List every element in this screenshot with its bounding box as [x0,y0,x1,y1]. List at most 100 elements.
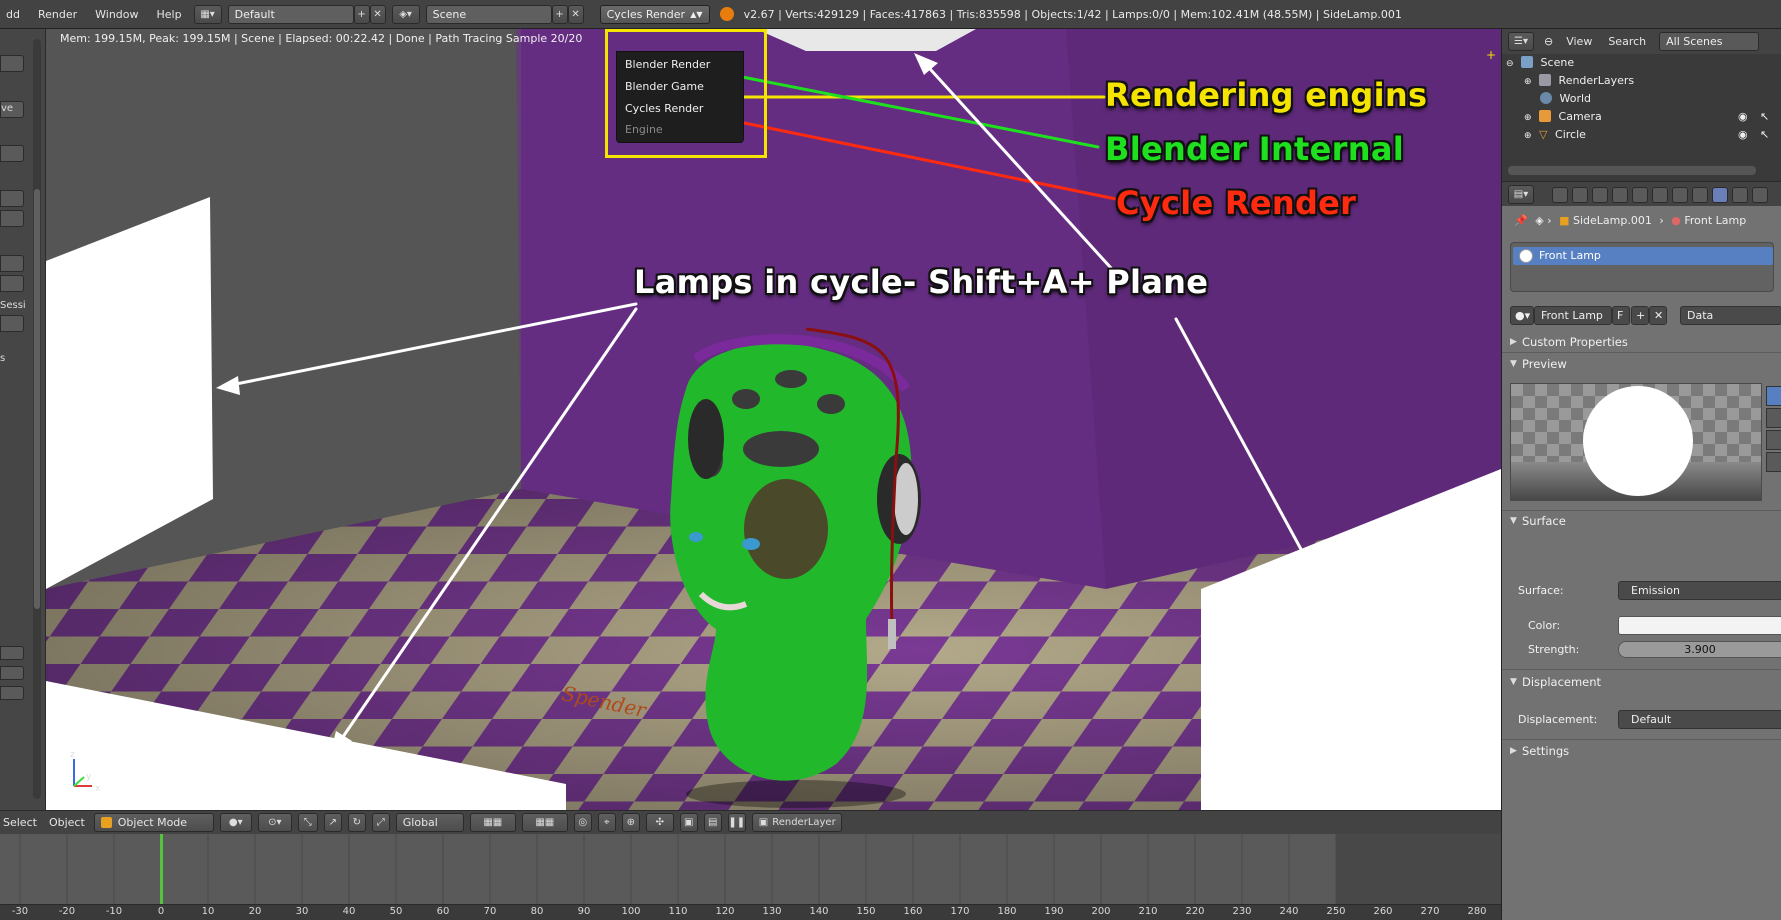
pivot-point-icon[interactable]: ⊙▾ [257,813,292,832]
toolshelf-button[interactable] [0,145,24,162]
render-layers-tab-icon[interactable] [1572,187,1588,203]
section-preview[interactable]: ▼ Preview [1502,354,1781,374]
screen-layout-field[interactable]: Default [227,4,354,24]
unlink-material-icon[interactable]: ✕ [1649,306,1667,325]
outliner-row-renderlayers[interactable]: ⊕ RenderLayers [1502,72,1781,90]
editor-type-icon[interactable]: ☰▾ [1508,32,1534,51]
pin-icon[interactable]: 📌 [1514,214,1528,227]
fake-user-button[interactable]: F [1612,306,1630,325]
scene-field[interactable]: Scene [425,4,552,24]
expand-icon[interactable]: ⊖ [1506,59,1514,69]
material-browse-icon[interactable]: ●▾ [1510,306,1534,325]
outliner-row-circle[interactable]: ⊕ ▽ Circle ◉ ↖ [1502,126,1781,144]
outliner-filter-select[interactable]: All Scenes [1659,32,1760,51]
toolshelf-button[interactable] [0,686,24,700]
color-swatch-field[interactable] [1618,616,1781,635]
world-tab-icon[interactable] [1612,187,1628,203]
select-cursor-icon[interactable]: ↖ [1760,108,1769,126]
toolshelf-button[interactable]: ve [0,101,24,118]
surface-shader-select[interactable]: Emission [1618,581,1781,600]
preview-tab[interactable] [1766,452,1781,472]
render-anim-icon[interactable]: ▤ [703,813,722,832]
material-name-field[interactable]: Front Lamp [1534,306,1612,325]
add-scene-icon[interactable]: + [551,4,568,24]
outliner-row-camera[interactable]: ⊕ Camera ◉ ↖ [1502,108,1781,126]
render-camera-icon[interactable]: ▣ [679,813,698,832]
outliner-menu-search[interactable]: Search [1605,35,1649,48]
menu-render[interactable]: Render [32,8,83,21]
menu-select[interactable]: Select [0,816,40,829]
snap-icon[interactable]: ⌖ [597,813,616,832]
preview-type-tabs[interactable] [1766,386,1781,496]
expand-icon[interactable]: ⊕ [1524,113,1532,123]
render-engine-select[interactable]: Cycles Render ▲▼ [599,4,710,24]
scene-tab-icon[interactable] [1592,187,1608,203]
menu-window[interactable]: Window [89,8,144,21]
engine-option-blender-game[interactable]: Blender Game [617,76,743,98]
toolshelf-button[interactable] [0,646,24,660]
preview-tab[interactable] [1766,430,1781,450]
modifiers-tab-icon[interactable] [1672,187,1688,203]
select-cursor-icon[interactable]: ↖ [1760,126,1769,144]
toolshelf-button[interactable] [0,210,24,227]
material-slot-list[interactable]: Front Lamp [1510,242,1774,292]
timeline[interactable]: -30 -20 -10 0 10 20 30 40 50 60 70 80 90 100 110 120 130… [0,834,1501,920]
toolshelf-button[interactable] [0,275,24,292]
expand-icon[interactable]: ⊕ [1524,77,1532,87]
translate-icon[interactable]: ↗ [323,813,342,832]
engine-option-cycles-render[interactable]: Cycles Render [617,98,743,120]
pause-icon[interactable]: ❚❚ [727,813,746,832]
preview-sphere-tab[interactable] [1766,386,1781,406]
outliner-menu-view[interactable]: View [1563,35,1595,48]
displacement-select[interactable]: Default [1618,710,1781,729]
toolshelf-button[interactable] [0,255,24,272]
snap-target-icon[interactable]: ⊕ [621,813,640,832]
proportional-edit-icon[interactable]: ◎ [573,813,592,832]
menu-help[interactable]: Help [151,8,188,21]
outliner-sync-icon[interactable]: ⊖ [1544,35,1553,48]
snap-element-icon[interactable]: ✣ [645,813,674,832]
rotate-icon[interactable]: ↻ [347,813,366,832]
section-displacement[interactable]: ▼ Displacement [1502,672,1781,692]
screen-layout-icon[interactable]: ▦▾ [193,4,222,24]
scene-icon[interactable]: ◈▾ [391,4,420,24]
outliner-row-scene[interactable]: ⊖ Scene [1502,54,1781,72]
layers-grid-icon[interactable]: ▦▦ [521,813,568,832]
remove-layout-icon[interactable]: ✕ [369,4,386,24]
3d-viewport[interactable]: Spender z y x + Mem: 199.15M, Peak: 199.… [46,29,1501,810]
layers-grid-icon[interactable]: ▦▦ [469,813,516,832]
particles-tab-icon[interactable] [1752,187,1768,203]
outliner-row-world[interactable]: World [1502,90,1781,108]
preview-tab[interactable] [1766,408,1781,428]
data-tab-icon[interactable] [1692,187,1708,203]
material-slot-item[interactable]: Front Lamp [1513,247,1773,265]
manipulator-icon[interactable]: ⤡ [297,813,318,832]
scale-icon[interactable]: ⤢ [371,813,390,832]
object-tab-icon[interactable] [1632,187,1648,203]
visibility-eye-icon[interactable]: ◉ [1738,108,1748,126]
constraints-tab-icon[interactable] [1652,187,1668,203]
toolshelf-button[interactable] [0,190,24,207]
visibility-eye-icon[interactable]: ◉ [1738,126,1748,144]
render-tab-icon[interactable] [1552,187,1568,203]
new-material-icon[interactable]: + [1631,306,1649,325]
outliner-scrollbar[interactable] [1508,166,1756,175]
render-layer-button[interactable]: ▣ RenderLayer [751,813,842,832]
remove-scene-icon[interactable]: ✕ [567,4,584,24]
section-surface[interactable]: ▼ Surface [1502,511,1781,531]
transform-orientation-select[interactable]: Global [395,813,464,832]
material-tab-icon[interactable] [1712,187,1728,203]
menu-file[interactable]: dd [0,8,26,21]
editor-type-icon[interactable]: ▤▾ [1508,185,1534,204]
toolshelf-scroll-thumb[interactable] [34,189,40,609]
object-mode-select[interactable]: Object Mode [93,813,214,832]
expand-icon[interactable]: ⊕ [1524,131,1532,141]
link-select[interactable]: Data [1680,306,1781,325]
section-settings[interactable]: ▶ Settings [1502,741,1781,761]
toolshelf-button[interactable] [0,315,24,332]
toolshelf-button[interactable] [0,666,24,680]
toolshelf-button[interactable] [0,55,24,72]
menu-object[interactable]: Object [46,816,88,829]
texture-tab-icon[interactable] [1732,187,1748,203]
strength-field[interactable]: 3.900 [1618,641,1781,658]
